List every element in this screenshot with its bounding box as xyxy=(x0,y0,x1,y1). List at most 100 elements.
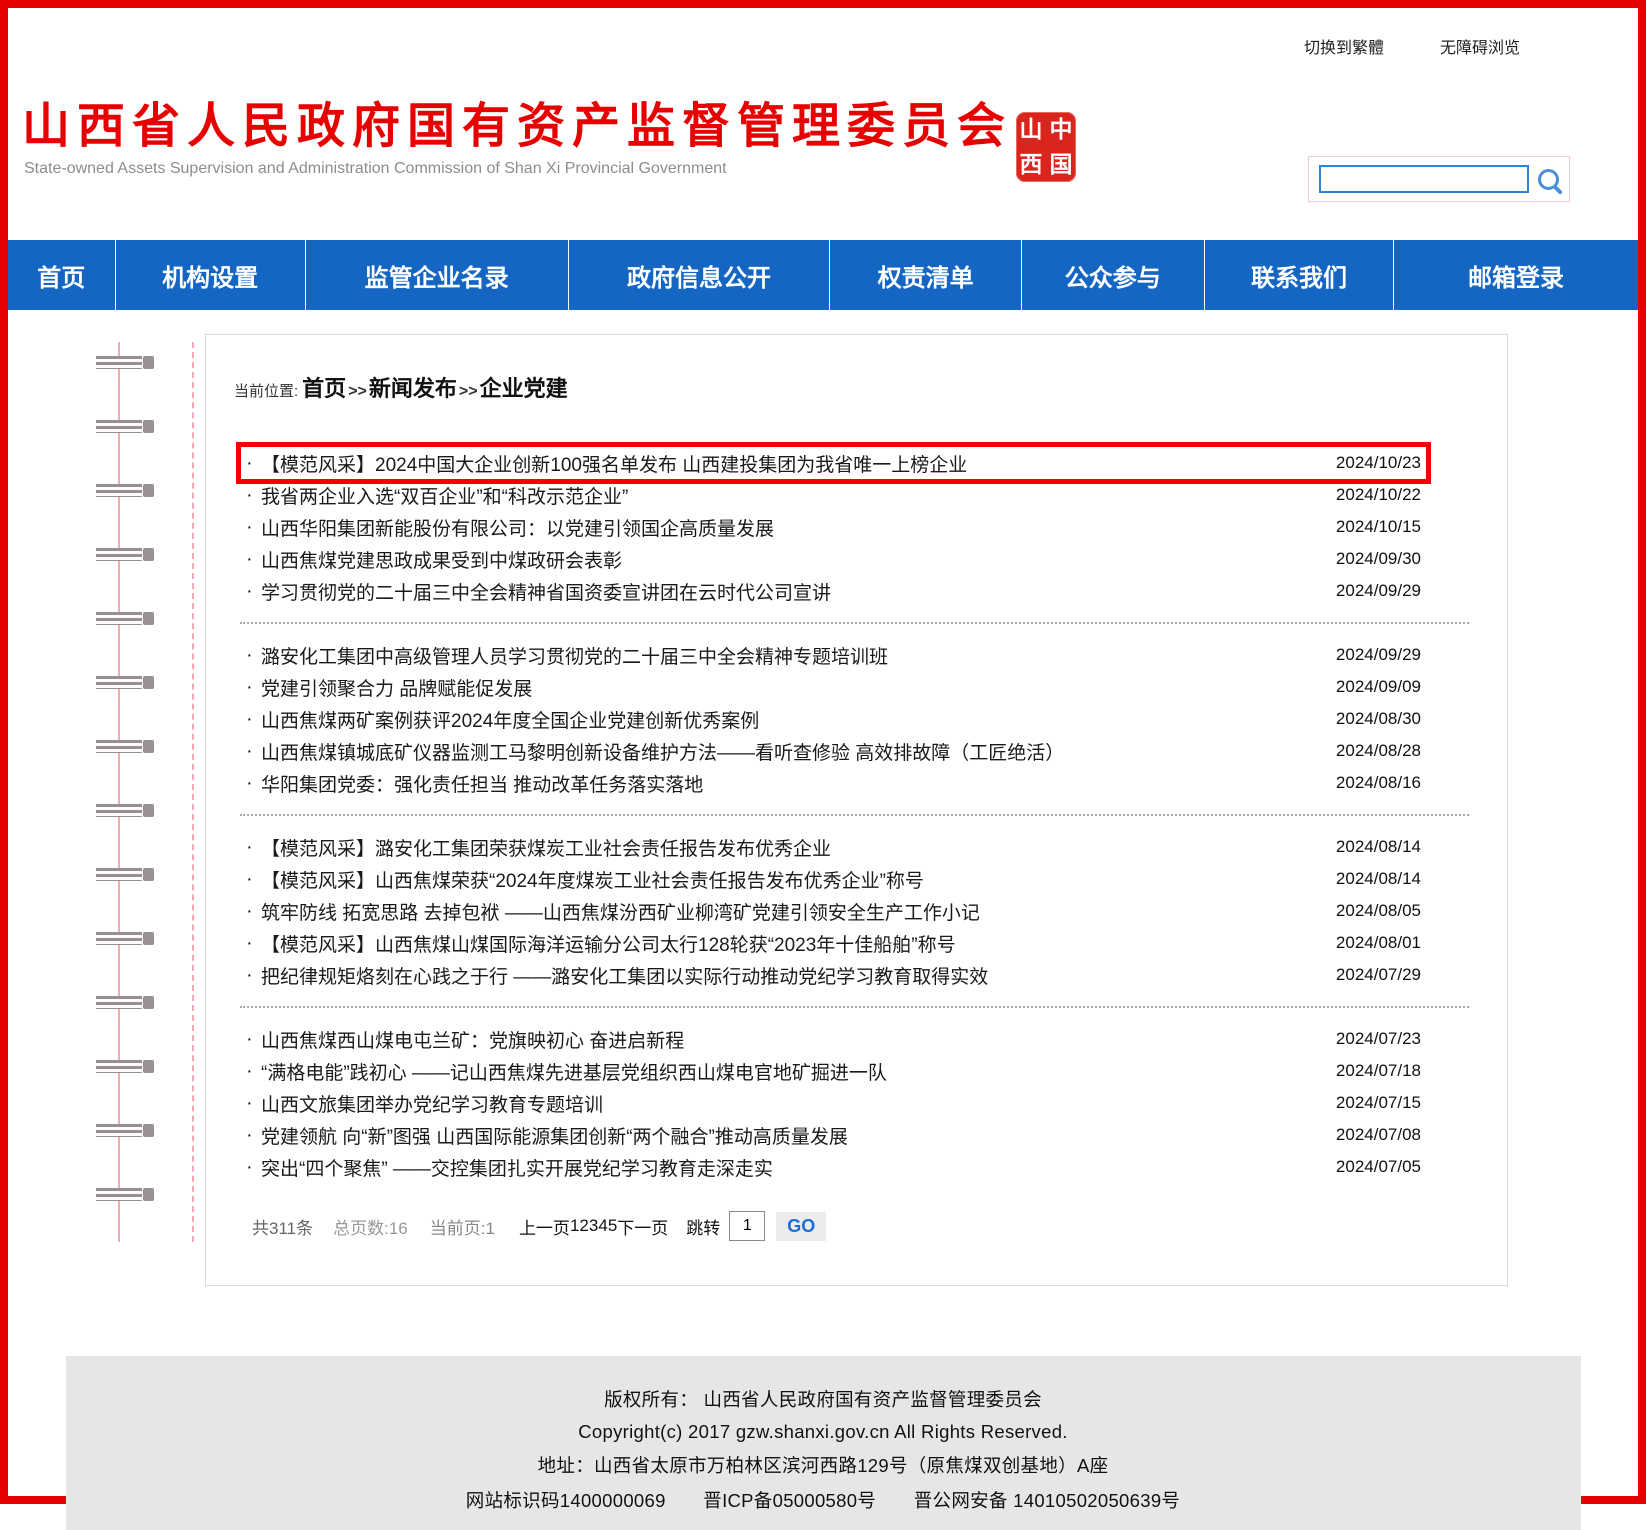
footer-line-3: 地址：山西省太原市万柏林区滨河西路129号（原焦煤双创基地）A座 xyxy=(66,1452,1581,1478)
binder-clip-icon xyxy=(96,996,142,1009)
news-link[interactable]: 潞安化工集团中高级管理人员学习贯彻党的二十届三中全会精神专题培训班 xyxy=(261,642,1318,669)
news-link[interactable]: 山西文旅集团举办党纪学习教育专题培训 xyxy=(261,1090,1318,1117)
page-count: 总页数:16 xyxy=(333,1214,408,1239)
accessibility-link[interactable]: 无障碍浏览 xyxy=(1440,34,1520,58)
seal-char: 中 xyxy=(1050,118,1073,141)
switch-traditional-link[interactable]: 切换到繁體 xyxy=(1304,34,1384,58)
page: { "topbar": { "links": ["切换到繁體", "无障碍浏览"… xyxy=(0,0,1646,1504)
news-link[interactable]: 党建领航 向“新”图强 山西国际能源集团创新“两个融合”推动高质量发展 xyxy=(261,1122,1318,1149)
news-item: ·华阳集团党委：强化责任担当 推动改革任务落实落地2024/08/16 xyxy=(246,767,1421,799)
nav-item-home[interactable]: 首页 xyxy=(8,240,115,310)
binder-clip-icon xyxy=(96,612,142,625)
binder-clip-icon xyxy=(96,804,142,817)
bullet-icon: · xyxy=(246,1156,261,1179)
news-item: ·山西华阳集团新能股份有限公司：以党建引领国企高质量发展 2024/10/15 xyxy=(246,511,1421,543)
nav-item-contact-us[interactable]: 联系我们 xyxy=(1204,240,1393,310)
go-button[interactable]: GO xyxy=(776,1212,826,1241)
news-link[interactable]: 突出“四个聚焦” ——交控集团扎实开展党纪学习教育走深走实 xyxy=(261,1154,1318,1181)
news-item: ·【模范风采】潞安化工集团荣获煤炭工业社会责任报告发布优秀企业2024/08/1… xyxy=(246,831,1421,863)
news-date: 2024/08/16 xyxy=(1336,773,1421,793)
binder-clip-icon xyxy=(96,1124,142,1137)
nav-item-mail-login[interactable]: 邮箱登录 xyxy=(1393,240,1638,310)
news-link[interactable]: 山西焦煤西山煤电屯兰矿：党旗映初心 奋进启新程 xyxy=(261,1026,1318,1053)
page-number-5[interactable]: 5 xyxy=(608,1216,617,1236)
binder-clip-icon xyxy=(96,1188,142,1201)
news-date: 2024/09/29 xyxy=(1336,581,1421,601)
search-area xyxy=(1308,156,1570,202)
news-date: 2024/07/29 xyxy=(1336,965,1421,985)
news-link[interactable]: 筑牢防线 拓宽思路 去掉包袱 ——山西焦煤汾西矿业柳湾矿党建引领安全生产工作小记 xyxy=(261,898,1318,925)
footer-line-2: Copyright(c) 2017 gzw.shanxi.gov.cn All … xyxy=(66,1421,1581,1443)
seal-char: 西 xyxy=(1020,153,1043,176)
news-link[interactable]: 【模范风采】山西焦煤山煤国际海洋运输分公司太行128轮获“2023年十佳船舶”称… xyxy=(261,930,1318,957)
nav-item-supervised-enterprises[interactable]: 监管企业名录 xyxy=(305,240,568,310)
news-date: 2024/07/18 xyxy=(1336,1061,1421,1081)
main-nav: 首页机构设置监管企业名录政府信息公开权责清单公众参与联系我们邮箱登录 xyxy=(8,240,1638,310)
bullet-icon: · xyxy=(246,900,261,923)
news-item: ·突出“四个聚焦” ——交控集团扎实开展党纪学习教育走深走实2024/07/05 xyxy=(246,1151,1421,1183)
news-link[interactable]: 我省两企业入选“双百企业”和“科改示范企业” xyxy=(261,482,1318,509)
binder-clip-icon xyxy=(96,868,142,881)
nav-item-public-participation[interactable]: 公众参与 xyxy=(1021,240,1204,310)
news-item: ·山西文旅集团举办党纪学习教育专题培训 2024/07/15 xyxy=(246,1087,1421,1119)
current-page: 当前页:1 xyxy=(430,1214,495,1239)
nav-item-organization[interactable]: 机构设置 xyxy=(115,240,305,310)
bullet-icon: · xyxy=(246,676,261,699)
bullet-icon: · xyxy=(246,1092,261,1115)
news-item: ·山西焦煤两矿案例获评2024年度全国企业党建创新优秀案例2024/08/30 xyxy=(246,703,1421,735)
news-link[interactable]: 山西焦煤党建思政成果受到中煤政研会表彰 xyxy=(261,546,1318,573)
news-item-highlighted: ·【模范风采】2024中国大企业创新100强名单发布 山西建投集团为我省唯一上榜… xyxy=(236,442,1431,484)
seal-char: 山 xyxy=(1020,118,1043,141)
page-number-3[interactable]: 3 xyxy=(589,1216,598,1236)
news-link[interactable]: 山西焦煤两矿案例获评2024年度全国企业党建创新优秀案例 xyxy=(261,706,1318,733)
news-link[interactable]: 山西华阳集团新能股份有限公司：以党建引领国企高质量发展 xyxy=(261,514,1318,541)
news-link[interactable]: 华阳集团党委：强化责任担当 推动改革任务落实落地 xyxy=(261,770,1318,797)
news-date: 2024/07/08 xyxy=(1336,1125,1421,1145)
bullet-icon: · xyxy=(246,516,261,539)
news-date: 2024/08/28 xyxy=(1336,741,1421,761)
search-input[interactable] xyxy=(1319,165,1529,193)
page-number-4[interactable]: 4 xyxy=(598,1216,607,1236)
news-date: 2024/09/29 xyxy=(1336,645,1421,665)
prev-page-link[interactable]: 上一页 xyxy=(519,1214,570,1239)
news-date: 2024/08/30 xyxy=(1336,709,1421,729)
group-divider xyxy=(240,814,1469,816)
site-title: 山西省人民政府国有资产监督管理委员会 xyxy=(22,86,1012,156)
nav-item-gov-info[interactable]: 政府信息公开 xyxy=(568,240,830,310)
news-date: 2024/08/14 xyxy=(1336,837,1421,857)
news-link[interactable]: 【模范风采】潞安化工集团荣获煤炭工业社会责任报告发布优秀企业 xyxy=(261,834,1318,861)
binder-clip-icon xyxy=(96,676,142,689)
news-link[interactable]: 党建引领聚合力 品牌赋能促发展 xyxy=(261,674,1318,701)
pagination: 共311条 总页数:16 当前页:1 上一页 12345 下一页 跳转 GO xyxy=(252,1211,1507,1241)
breadcrumb-item-3[interactable]: 企业党建 xyxy=(480,371,568,403)
news-date: 2024/10/15 xyxy=(1336,517,1421,537)
content-area: 当前位置: 首页>>新闻发布>>企业党建 ·【模范风采】2024中国大企业创新1… xyxy=(8,334,1638,1318)
news-link[interactable]: 学习贯彻党的二十届三中全会精神省国资委宣讲团在云时代公司宣讲 xyxy=(261,578,1318,605)
page-number-1[interactable]: 1 xyxy=(570,1216,579,1236)
binding-dashed-line xyxy=(192,342,194,1242)
jump-page-input[interactable] xyxy=(729,1211,765,1241)
official-seal-icon: 山中西国 xyxy=(1016,112,1076,182)
binder-clip-icon xyxy=(96,1060,142,1073)
jump-label: 跳转 xyxy=(686,1214,720,1239)
page-number-2[interactable]: 2 xyxy=(579,1216,588,1236)
breadcrumb-item-1[interactable]: 首页 xyxy=(302,371,346,403)
footer-line-1: 版权所有： 山西省人民政府国有资产监督管理委员会 xyxy=(66,1386,1581,1412)
news-item: ·【模范风采】山西焦煤荣获“2024年度煤炭工业社会责任报告发布优秀企业”称号2… xyxy=(246,863,1421,895)
news-link[interactable]: 把纪律规矩烙刻在心践之于行 ——潞安化工集团以实际行动推动党纪学习教育取得实效 xyxy=(261,962,1318,989)
news-link[interactable]: 山西焦煤镇城底矿仪器监测工马黎明创新设备维护方法——看听查修验 高效排故障（工匠… xyxy=(261,738,1318,765)
binder-clip-icon xyxy=(96,420,142,433)
nav-item-duty-list[interactable]: 权责清单 xyxy=(829,240,1020,310)
news-link[interactable]: “满格电能”践初心 ——记山西焦煤先进基层党组织西山煤电官地矿掘进一队 xyxy=(261,1058,1318,1085)
bullet-icon: · xyxy=(246,1124,261,1147)
news-link[interactable]: 【模范风采】山西焦煤荣获“2024年度煤炭工业社会责任报告发布优秀企业”称号 xyxy=(261,866,1318,893)
news-date: 2024/07/15 xyxy=(1336,1093,1421,1113)
news-link[interactable]: 【模范风采】2024中国大企业创新100强名单发布 山西建投集团为我省唯一上榜企… xyxy=(261,450,1318,477)
news-date: 2024/09/09 xyxy=(1336,677,1421,697)
binder-clip-icon xyxy=(96,740,142,753)
page-number-links: 12345 xyxy=(570,1216,617,1236)
next-page-link[interactable]: 下一页 xyxy=(617,1214,668,1239)
search-icon[interactable] xyxy=(1538,169,1559,190)
breadcrumb-item-2[interactable]: 新闻发布 xyxy=(369,371,457,403)
binder-clip-icon xyxy=(96,356,142,369)
